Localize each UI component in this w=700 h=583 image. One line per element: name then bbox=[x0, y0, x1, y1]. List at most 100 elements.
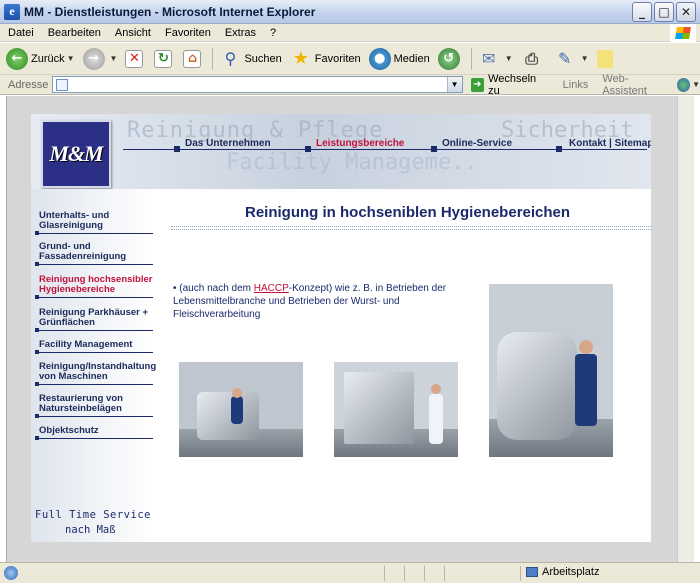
sidebar-item-maschinen[interactable]: Reinigung/Instandhaltung von Maschinen bbox=[35, 362, 156, 386]
slogan-line-1: Full Time Service bbox=[35, 509, 151, 521]
address-dropdown-icon[interactable]: ▼ bbox=[446, 77, 462, 92]
status-bar: Arbeitsplatz bbox=[0, 562, 700, 583]
back-button[interactable]: ← Zurück ▼ bbox=[6, 47, 75, 70]
sidebar-item-objektschutz[interactable]: Objektschutz bbox=[35, 425, 153, 440]
sidebar-item-label: Natursteinbelägen bbox=[39, 403, 122, 414]
description-prefix: • (auch nach dem bbox=[173, 283, 254, 294]
home-icon: ⌂ bbox=[183, 49, 202, 68]
nav-das-unternehmen[interactable]: Das Unternehmen bbox=[185, 138, 271, 149]
service-description: • (auch nach dem HACCP-Konzept) wie z. B… bbox=[173, 282, 463, 321]
forward-dropdown-icon[interactable]: ▼ bbox=[110, 54, 118, 63]
home-button[interactable]: ⌂ bbox=[183, 49, 204, 68]
computer-icon bbox=[526, 567, 538, 577]
history-icon: ↺ bbox=[437, 47, 460, 70]
page-status-icon bbox=[4, 566, 18, 580]
favorites-button[interactable]: ★ Favoriten bbox=[290, 48, 361, 70]
go-button[interactable]: Wechseln zu bbox=[488, 73, 549, 97]
sidebar-item-hygienebereiche[interactable]: Reinigung hochsensibler Hygienebereiche bbox=[35, 275, 153, 299]
header-watermark-text: Facility Manageme.. bbox=[226, 150, 478, 175]
photo-worker-head bbox=[232, 388, 242, 398]
photo-machine bbox=[497, 332, 577, 440]
back-label: Zurück bbox=[31, 52, 65, 65]
sidebar-item-label: von Maschinen bbox=[39, 371, 108, 382]
title-bar: e MM - Dienstleistungen - Microsoft Inte… bbox=[0, 0, 700, 24]
zone-label: Arbeitsplatz bbox=[542, 566, 600, 578]
menu-extras[interactable]: Extras bbox=[225, 27, 256, 39]
nav-marker bbox=[305, 146, 311, 152]
sidebar-item-facility-management[interactable]: Facility Management bbox=[35, 339, 153, 354]
close-button[interactable]: ✕ bbox=[676, 2, 696, 22]
sidebar-item-grundreinigung[interactable]: Grund- und Fassadenreinigung bbox=[35, 242, 153, 266]
edit-dropdown-icon[interactable]: ▼ bbox=[581, 54, 589, 63]
web-assistant-dropdown-icon[interactable]: ▼ bbox=[692, 80, 700, 89]
menu-datei[interactable]: Datei bbox=[8, 27, 34, 39]
favorites-label: Favoriten bbox=[314, 52, 361, 65]
status-pane bbox=[520, 566, 521, 581]
logo-text: M&M bbox=[49, 141, 103, 166]
nav-kontakt-sitemap[interactable]: Kontakt | Sitemap bbox=[569, 138, 651, 149]
sidebar-item-label: Hygienebereiche bbox=[39, 284, 116, 295]
title-underline bbox=[171, 226, 651, 230]
photo-worker bbox=[575, 354, 597, 426]
search-button[interactable]: ⚲ Suchen bbox=[219, 48, 282, 70]
links-button[interactable]: Links bbox=[563, 79, 589, 91]
sidebar-item-label: Objektschutz bbox=[39, 425, 99, 436]
cleaning-photo-1 bbox=[179, 362, 303, 457]
sidebar-item-label: Facility Management bbox=[39, 339, 133, 350]
go-arrow-icon[interactable]: ➜ bbox=[470, 77, 485, 92]
site-header: Reinigung & Pflege Sicherheit Facility M… bbox=[31, 114, 651, 189]
minimize-button[interactable]: _ bbox=[632, 2, 652, 22]
vertical-scrollbar[interactable] bbox=[677, 96, 694, 562]
refresh-icon: ↻ bbox=[154, 49, 173, 68]
menu-bearbeiten[interactable]: Bearbeiten bbox=[48, 27, 101, 39]
photo-worker-head bbox=[431, 384, 441, 394]
globe-icon[interactable] bbox=[676, 77, 691, 92]
history-button[interactable]: ↺ bbox=[437, 47, 463, 70]
web-assistant-button[interactable]: Web-Assistent bbox=[602, 73, 670, 97]
photo-worker-head bbox=[579, 340, 593, 354]
window-controls: _ □ ✕ bbox=[632, 2, 696, 22]
sidebar-item-label: Grünflächen bbox=[39, 317, 95, 328]
edit-button[interactable]: ✎ ▼ bbox=[554, 48, 589, 70]
back-dropdown-icon[interactable]: ▼ bbox=[67, 54, 75, 63]
refresh-button[interactable]: ↻ bbox=[154, 49, 175, 68]
messenger-button[interactable] bbox=[596, 49, 616, 68]
status-pane bbox=[444, 566, 445, 581]
print-button[interactable]: ⎙ bbox=[521, 48, 546, 70]
security-zone: Arbeitsplatz bbox=[526, 566, 599, 578]
nav-marker bbox=[174, 146, 180, 152]
stop-button[interactable]: ✕ bbox=[125, 49, 146, 68]
status-pane bbox=[424, 566, 425, 581]
media-button[interactable]: ● Medien bbox=[368, 47, 430, 70]
media-label: Medien bbox=[393, 52, 430, 65]
windows-logo-icon bbox=[670, 24, 696, 42]
printer-icon: ⎙ bbox=[525, 48, 539, 68]
ie-icon: e bbox=[4, 3, 20, 20]
haccp-link[interactable]: HACCP bbox=[254, 283, 289, 294]
cleaning-photo-3 bbox=[489, 284, 613, 457]
stop-icon: ✕ bbox=[125, 49, 144, 68]
nav-marker bbox=[556, 146, 562, 152]
photo-cabinet bbox=[344, 372, 414, 444]
maximize-button[interactable]: □ bbox=[654, 2, 674, 22]
mail-dropdown-icon[interactable]: ▼ bbox=[505, 54, 513, 63]
slogan-line-2: nach Maß bbox=[65, 524, 116, 536]
forward-arrow-icon: → bbox=[82, 47, 105, 70]
page-viewport: Reinigung & Pflege Sicherheit Facility M… bbox=[6, 96, 694, 562]
menu-help[interactable]: ? bbox=[270, 27, 276, 39]
sidebar-item-parkhaeuser[interactable]: Reinigung Parkhäuser + Grünflächen bbox=[35, 308, 153, 332]
menu-favoriten[interactable]: Favoriten bbox=[165, 27, 211, 39]
nav-leistungsbereiche[interactable]: Leistungsbereiche bbox=[316, 138, 404, 149]
mail-button[interactable]: ✉ ▼ bbox=[478, 48, 513, 70]
sidebar-item-unterhaltsreinigung[interactable]: Unterhalts- und Glasreinigung bbox=[35, 211, 153, 235]
nav-online-service[interactable]: Online-Service bbox=[442, 138, 512, 149]
company-logo[interactable]: M&M bbox=[41, 120, 111, 188]
status-pane bbox=[404, 566, 405, 581]
sidebar-item-label: Fassadenreinigung bbox=[39, 251, 127, 262]
sidebar-item-natursteinbelaege[interactable]: Restaurierung von Natursteinbelägen bbox=[35, 394, 153, 418]
photo-worker bbox=[231, 396, 243, 424]
forward-button[interactable]: → ▼ bbox=[82, 47, 118, 70]
toolbar-separator bbox=[212, 47, 214, 70]
menu-ansicht[interactable]: Ansicht bbox=[115, 27, 151, 39]
address-input[interactable]: ▼ bbox=[52, 76, 463, 93]
